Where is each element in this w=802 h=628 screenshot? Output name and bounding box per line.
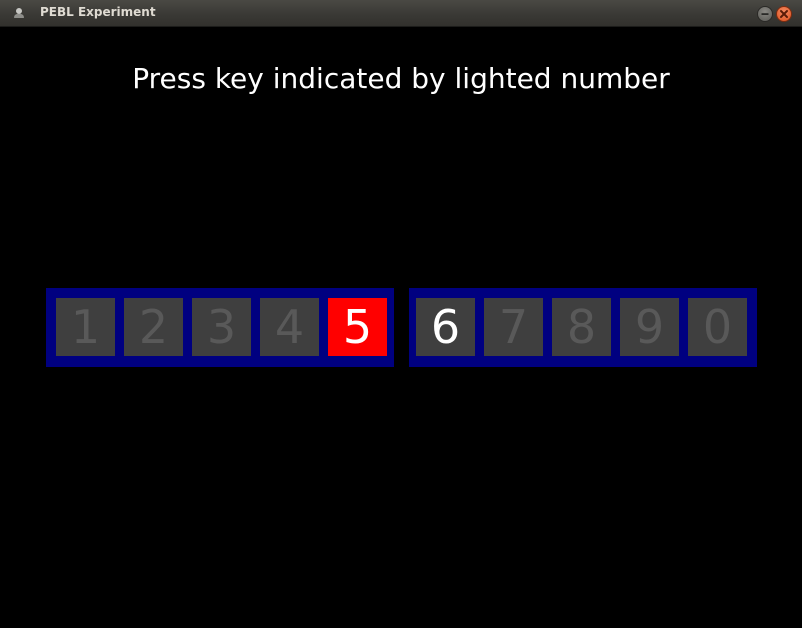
key-7: 7 <box>484 298 543 356</box>
close-button[interactable] <box>776 6 792 22</box>
minimize-icon <box>761 13 769 15</box>
right-hand-key-panel: 6 7 8 9 0 <box>409 288 757 367</box>
key-3: 3 <box>192 298 251 356</box>
key-2: 2 <box>124 298 183 356</box>
window-title: PEBL Experiment <box>40 5 156 19</box>
key-0: 0 <box>688 298 747 356</box>
key-8: 8 <box>552 298 611 356</box>
close-icon <box>780 10 788 18</box>
app-icon <box>14 8 24 18</box>
left-hand-key-panel: 1 2 3 4 5 <box>46 288 394 367</box>
key-4: 4 <box>260 298 319 356</box>
key-9: 9 <box>620 298 679 356</box>
key-6: 6 <box>416 298 475 356</box>
key-5: 5 <box>328 298 387 356</box>
instruction-text: Press key indicated by lighted number <box>132 62 670 95</box>
minimize-button[interactable] <box>757 6 773 22</box>
key-1: 1 <box>56 298 115 356</box>
window-titlebar[interactable]: PEBL Experiment <box>0 0 802 27</box>
